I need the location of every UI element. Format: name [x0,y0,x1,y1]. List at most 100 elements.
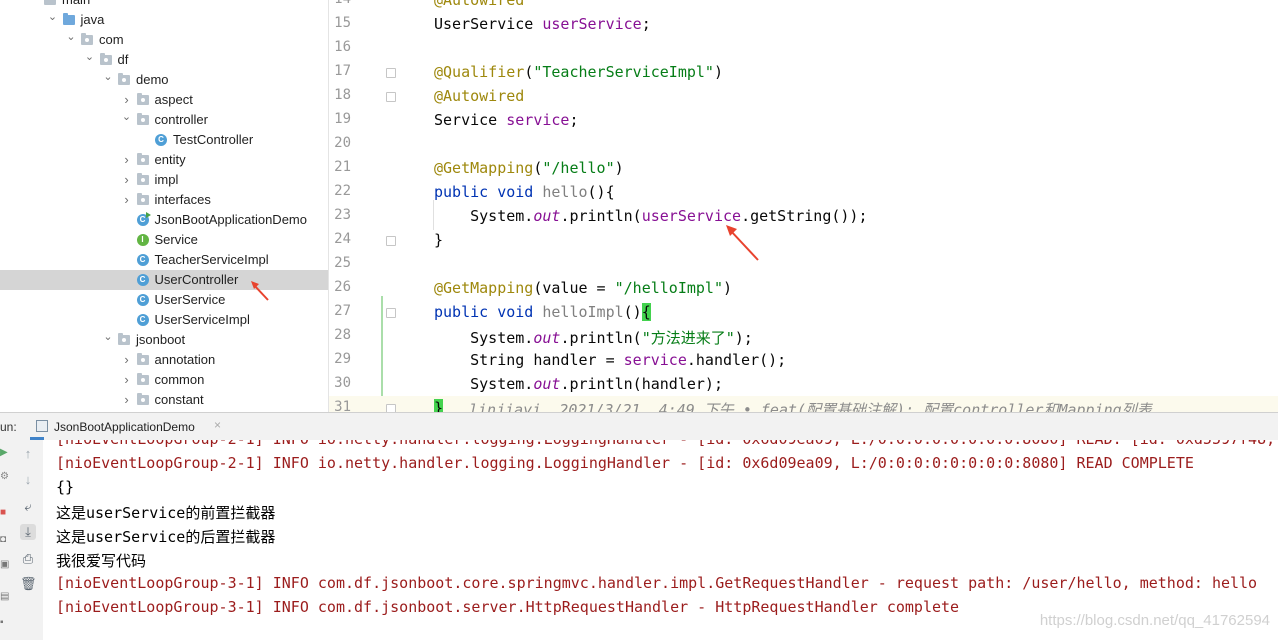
tree-item-impl[interactable]: › impl [0,170,328,190]
code-line[interactable]: 30 System.out.println(handler); [329,372,1278,396]
fold-marker-icon[interactable] [386,404,396,412]
chevron-right-icon[interactable]: › [121,193,133,206]
tree-item-label: common [154,372,205,387]
tree-item-df[interactable]: ⌄ df [0,50,328,70]
fold-marker-icon[interactable] [386,236,396,246]
code-line[interactable]: 31} linjiayi, 2021/3/21, 4:49 下午 • feat(配… [329,396,1278,412]
tree-item-label: constant [154,392,204,407]
soft-wrap-icon[interactable]: ⤶ [20,499,36,515]
tree-item-interfaces[interactable]: › interfaces [0,190,328,210]
stop-icon[interactable]: ■ [0,508,10,518]
code-line[interactable]: 28 System.out.println("方法进来了"); [329,324,1278,348]
tree-item-main[interactable]: ⌄ main [0,0,328,10]
code-line[interactable]: 17 @Qualifier("TeacherServiceImpl") [329,60,1278,84]
package-icon [136,153,149,166]
chevron-down-icon[interactable]: ⌄ [102,332,114,346]
chevron-right-icon[interactable]: › [121,353,133,366]
line-number: 25 [334,255,351,271]
fold-marker-icon[interactable] [386,92,396,102]
tree-item-testcontroller[interactable]: C TestController [0,130,328,150]
tree-item-constant[interactable]: › constant [0,390,328,410]
down-arrow-icon[interactable]: ↓ [20,472,36,488]
tree-item-label: entity [154,152,186,167]
tree-item-java[interactable]: ⌄ java [0,10,328,30]
code-line[interactable]: 14 @Autowired [329,0,1278,12]
chevron-right-icon[interactable]: › [121,393,133,406]
print-icon[interactable]: ⎙ [20,551,36,567]
code-line[interactable]: 25 [329,252,1278,276]
tree-item-label: UserServiceImpl [154,312,250,327]
tree-item-jsonboot[interactable]: ⌄ jsonboot [0,330,328,350]
tree-item-annotation[interactable]: › annotation [0,350,328,370]
console-tab-icon [36,420,48,432]
chevron-down-icon[interactable]: ⌄ [84,52,96,66]
code-line[interactable]: 16 [329,36,1278,60]
tree-item-controller[interactable]: ⌄ controller [0,110,328,130]
code-editor[interactable]: 14 @Autowired 15 UserService userService; 16… [329,0,1278,412]
code-line[interactable]: 27 public void helloImpl(){ [329,300,1278,324]
scroll-to-end-icon[interactable]: ⤓ [20,524,36,540]
code-text: @GetMapping("/hello") [434,159,624,177]
tab-jsonbootapplicationdemo[interactable]: JsonBootApplicationDemo × [30,413,221,440]
trash-icon[interactable]: 🗑 [20,576,37,592]
settings-icon[interactable]: ▤ [0,592,10,602]
chevron-down-icon[interactable]: ⌄ [102,72,114,86]
chevron-right-icon[interactable]: › [121,173,133,186]
package-icon [136,93,149,106]
tree-item-label: Service [154,232,198,247]
tree-item-aspect[interactable]: › aspect [0,90,328,110]
rerun-icon[interactable]: ▶ [0,448,10,458]
code-line[interactable]: 21 @GetMapping("/hello") [329,156,1278,180]
tree-item-label: impl [154,172,179,187]
package-icon [136,393,149,406]
tree-item-jsonbootapplicationdemo[interactable]: C JsonBootApplicationDemo [0,210,328,230]
chevron-down-icon[interactable]: ⌄ [47,12,59,26]
annotation-arrow-tree [251,281,269,301]
package-icon [118,333,130,346]
code-line[interactable]: 20 [329,132,1278,156]
tree-item-service[interactable]: I Service [0,230,328,250]
line-number: 18 [334,87,351,103]
tree-item-userservice[interactable]: C UserService [0,290,328,310]
chevron-down-icon[interactable]: ⌄ [28,0,40,6]
code-line[interactable]: 22 public void hello(){ [329,180,1278,204]
layout-icon[interactable]: ▣ [0,560,10,570]
tree-item-com[interactable]: ⌄ com [0,30,328,50]
line-number: 23 [334,207,351,223]
code-line[interactable]: 24} [329,228,1278,252]
tree-item-userserviceimpl[interactable]: C UserServiceImpl [0,310,328,330]
up-arrow-icon[interactable]: ↑ [20,446,36,462]
wrench-icon[interactable]: ⚙ [0,472,10,482]
tree-item-entity[interactable]: › entity [0,150,328,170]
camera-icon[interactable]: ◘ [0,535,10,545]
console-output[interactable]: [nioEventLoopGroup-2-1] INFO io.netty.ha… [43,440,1278,640]
project-tree: ⌄main⌄java⌄com⌄df⌄demo›aspect⌄controller… [0,0,329,412]
chevron-right-icon[interactable]: › [121,93,133,106]
close-tab-icon[interactable]: × [214,418,221,432]
fold-marker-icon[interactable] [386,68,396,78]
code-line[interactable]: 29 String handler = service.handler(); [329,348,1278,372]
fold-marker-icon[interactable] [386,308,396,318]
chevron-right-icon[interactable]: › [121,373,133,386]
tree-item-label: main [62,0,90,7]
tree-item-label: UserController [154,272,239,287]
code-line[interactable]: 18 @Autowired [329,84,1278,108]
code-line[interactable]: 26 @GetMapping(value = "/helloImpl") [329,276,1278,300]
tree-item-demo[interactable]: ⌄ demo [0,70,328,90]
tree-item-common[interactable]: › common [0,370,328,390]
package-icon [136,113,149,126]
line-number: 26 [334,279,351,295]
tree-item-label: aspect [154,92,193,107]
tree-item-teacherserviceimpl[interactable]: C TeacherServiceImpl [0,250,328,270]
chevron-down-icon[interactable]: ⌄ [121,112,133,126]
pin-icon[interactable]: ▪ [0,618,10,628]
tree-item-label: TestController [173,132,254,147]
code-line[interactable]: 19 Service service; [329,108,1278,132]
code-line[interactable]: 15 UserService userService; [329,12,1278,36]
line-number: 16 [334,39,351,55]
chevron-right-icon[interactable]: › [121,153,133,166]
tree-item-usercontroller[interactable]: C UserController [0,270,328,290]
code-line[interactable]: 23 System.out.println(userService.getStr… [329,204,1278,228]
code-text: String handler = service.handler(); [434,351,787,369]
chevron-down-icon[interactable]: ⌄ [65,32,77,46]
